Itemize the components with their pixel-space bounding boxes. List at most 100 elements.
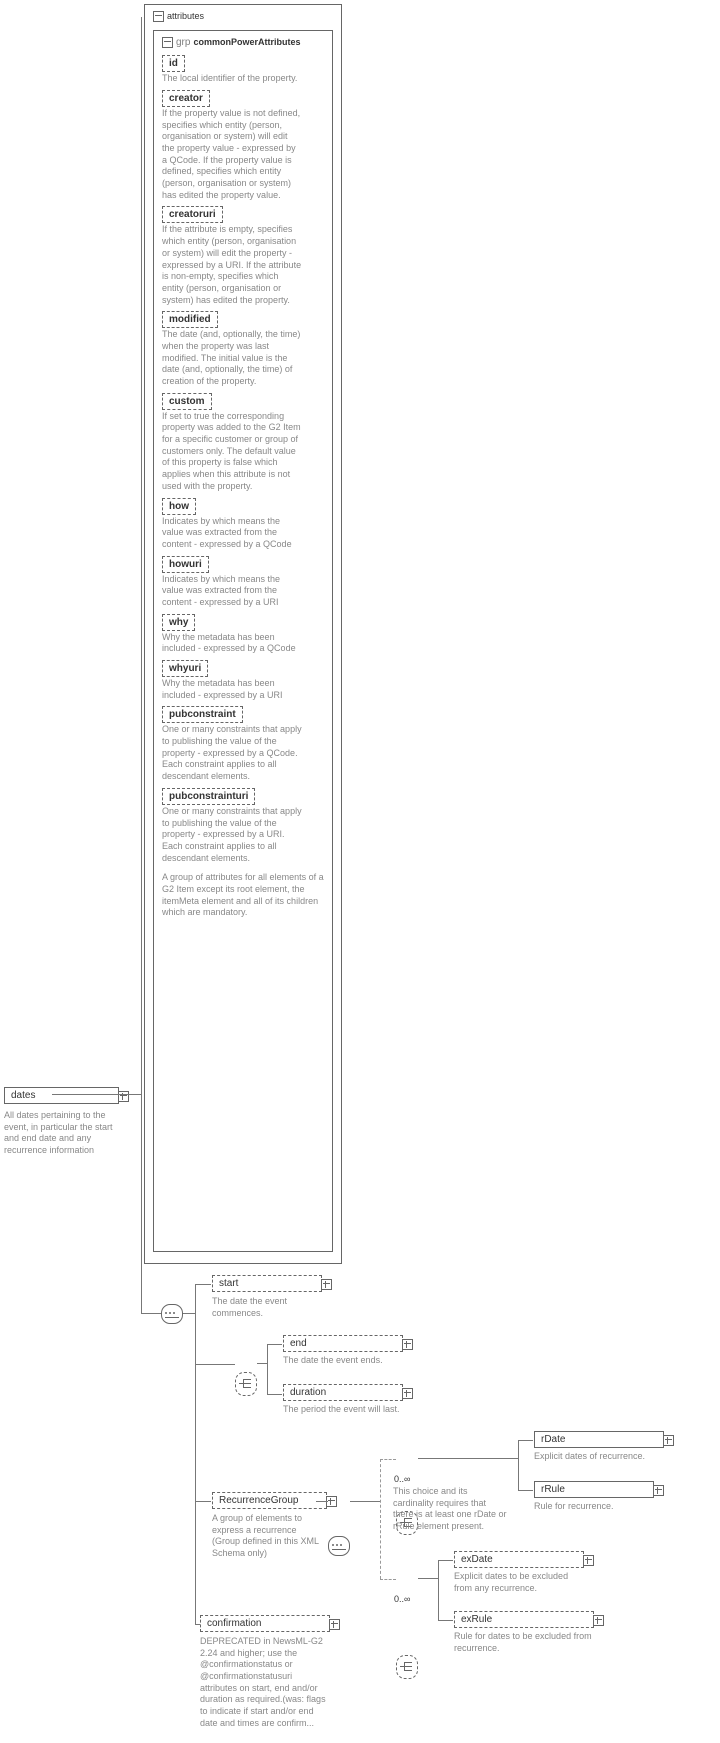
connector-line xyxy=(438,1560,453,1561)
element-label: start xyxy=(219,1278,238,1289)
connector-line xyxy=(418,1578,438,1579)
element-confirmation: confirmation xyxy=(200,1615,330,1632)
connector-line xyxy=(518,1440,533,1441)
element-start: start xyxy=(212,1275,322,1292)
minus-icon[interactable] xyxy=(153,11,164,22)
attribute-whyuri: whyuri xyxy=(162,660,208,677)
element-label: dates xyxy=(11,1090,35,1101)
attribute-desc: One or many constraints that apply to pu… xyxy=(162,806,302,864)
choice-icon xyxy=(235,1372,257,1396)
element-exrule: exRule xyxy=(454,1611,594,1628)
group-header: grpcommonPowerAttributes xyxy=(162,37,324,48)
element-label: exDate xyxy=(461,1554,493,1565)
element-duration: duration xyxy=(283,1384,403,1401)
group-desc: A group of attributes for all elements o… xyxy=(162,872,324,919)
connector-line xyxy=(257,1363,267,1364)
element-desc: A group of elements to express a recurre… xyxy=(212,1513,327,1560)
minus-icon[interactable] xyxy=(118,1091,129,1102)
attribute-how: how xyxy=(162,498,196,515)
connector-dashed-line xyxy=(380,1459,396,1461)
connector-line xyxy=(195,1284,196,1624)
element-desc: Explicit dates to be excluded from any r… xyxy=(454,1571,584,1594)
attribute-desc: If the property value is not defined, sp… xyxy=(162,108,302,202)
group-prefix: grp xyxy=(176,37,190,48)
plus-icon[interactable] xyxy=(583,1555,594,1566)
element-exdate: exDate xyxy=(454,1551,584,1568)
plus-icon[interactable] xyxy=(402,1339,413,1350)
cardinality-label: 0..∞ xyxy=(394,1474,410,1484)
element-recurrencegroup: RecurrenceGroup xyxy=(212,1492,327,1509)
attribute-howuri: howuri xyxy=(162,556,209,573)
sequence-icon xyxy=(161,1304,183,1324)
connector-line xyxy=(350,1501,380,1502)
connector-line xyxy=(438,1620,453,1621)
connector-line xyxy=(267,1344,282,1345)
attribute-why: why xyxy=(162,614,195,631)
element-label: exRule xyxy=(461,1614,492,1625)
connector-line xyxy=(195,1364,235,1365)
attribute-desc: Why the metadata has been included - exp… xyxy=(162,678,302,701)
element-dates-desc: All dates pertaining to the event, in pa… xyxy=(4,1110,119,1157)
connector-line xyxy=(518,1440,519,1490)
element-label: duration xyxy=(290,1387,326,1398)
connector-line xyxy=(267,1394,282,1395)
element-desc: Rule for dates to be excluded from recur… xyxy=(454,1631,594,1654)
connector-line xyxy=(438,1560,439,1620)
choice-icon xyxy=(396,1655,418,1679)
sequence-icon xyxy=(328,1536,350,1556)
element-label: end xyxy=(290,1338,307,1349)
element-label: rDate xyxy=(541,1434,565,1445)
attribute-modified: modified xyxy=(162,311,218,328)
attribute-desc: Why the metadata has been included - exp… xyxy=(162,632,302,655)
attribute-pubconstrainturi: pubconstrainturi xyxy=(162,788,255,805)
plus-icon[interactable] xyxy=(329,1619,340,1630)
element-label: rRule xyxy=(541,1484,565,1495)
connector-line xyxy=(141,17,142,1313)
attribute-desc: Indicates by which means the value was e… xyxy=(162,574,302,609)
attributes-box: attributes grpcommonPowerAttributes idTh… xyxy=(144,4,342,1264)
cardinality-label: 0..∞ xyxy=(394,1594,410,1604)
attribute-custom: custom xyxy=(162,393,212,410)
attribute-desc: One or many constraints that apply to pu… xyxy=(162,724,302,782)
element-label: RecurrenceGroup xyxy=(219,1495,298,1506)
connector-line xyxy=(195,1284,211,1285)
connector-line xyxy=(267,1344,268,1394)
connector-line xyxy=(316,1501,328,1502)
element-label: confirmation xyxy=(207,1618,261,1629)
element-desc: Rule for recurrence. xyxy=(534,1501,654,1513)
attribute-pubconstraint: pubconstraint xyxy=(162,706,243,723)
element-end: end xyxy=(283,1335,403,1352)
plus-icon[interactable] xyxy=(663,1435,674,1446)
attribute-creator: creator xyxy=(162,90,210,107)
element-desc: DEPRECATED in NewsML-G2 2.24 and higher;… xyxy=(200,1636,330,1730)
minus-icon[interactable] xyxy=(162,37,173,48)
attribute-id: id xyxy=(162,55,185,72)
connector-line xyxy=(195,1501,211,1502)
plus-icon[interactable] xyxy=(593,1615,604,1626)
element-rdate: rDate xyxy=(534,1431,664,1448)
attribute-desc: If the attribute is empty, specifies whi… xyxy=(162,224,302,306)
connector-dashed-line xyxy=(380,1459,382,1579)
element-dates: dates xyxy=(4,1087,119,1104)
group-name: commonPowerAttributes xyxy=(193,37,300,47)
attribute-desc: Indicates by which means the value was e… xyxy=(162,516,302,551)
element-rrule: rRule xyxy=(534,1481,654,1498)
connector-line xyxy=(141,1313,161,1314)
element-desc: The date the event commences. xyxy=(212,1296,322,1319)
attributes-label: attributes xyxy=(167,11,204,21)
connector-dashed-line xyxy=(380,1579,396,1581)
attribute-desc: The local identifier of the property. xyxy=(162,73,302,85)
attributes-header: attributes xyxy=(153,11,333,22)
connector-line xyxy=(52,1094,142,1095)
plus-icon[interactable] xyxy=(653,1485,664,1496)
choice-desc: This choice and its cardinality requires… xyxy=(393,1486,508,1533)
connector-line xyxy=(518,1490,533,1491)
attribute-desc: If set to true the corresponding propert… xyxy=(162,411,302,493)
plus-icon[interactable] xyxy=(321,1279,332,1290)
attribute-creatoruri: creatoruri xyxy=(162,206,223,223)
plus-icon[interactable] xyxy=(402,1388,413,1399)
element-desc: Explicit dates of recurrence. xyxy=(534,1451,664,1463)
group-commonPowerAttributes: grpcommonPowerAttributes idThe local ide… xyxy=(153,30,333,1252)
connector-line xyxy=(418,1458,518,1459)
attribute-desc: The date (and, optionally, the time) whe… xyxy=(162,329,302,387)
